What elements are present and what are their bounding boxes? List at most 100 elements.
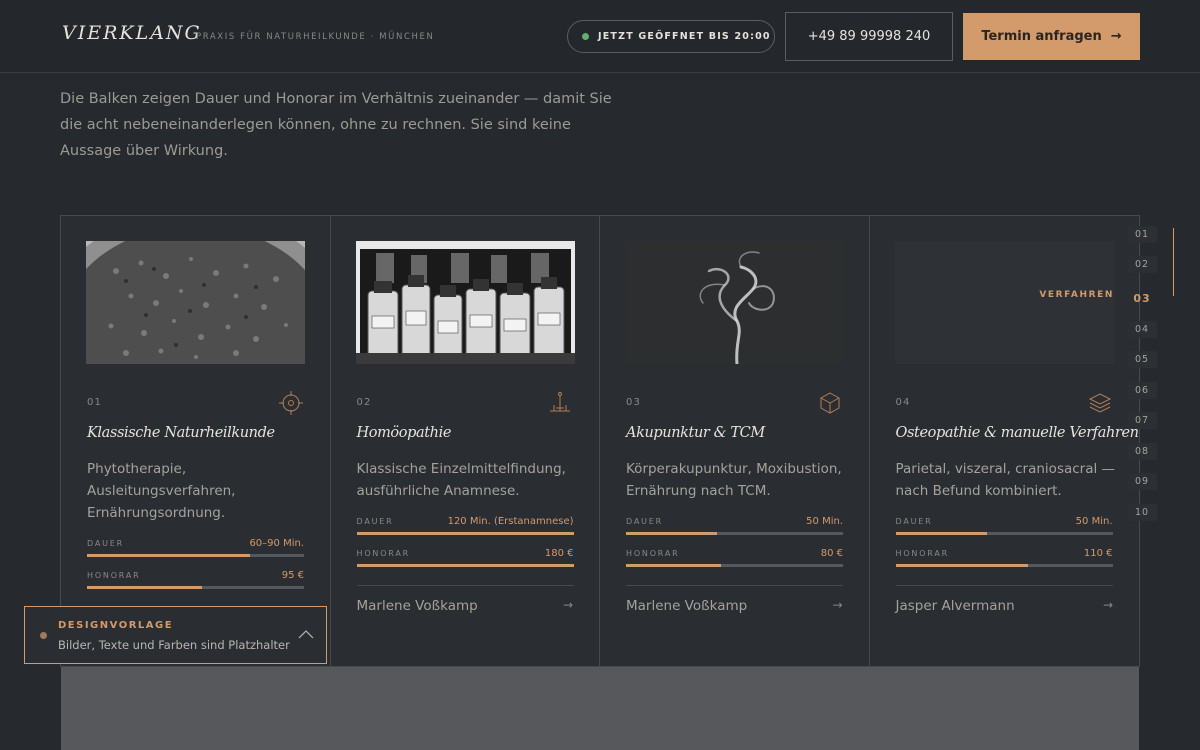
brand-subtitle: PRAXIS FÜR NATURHEILKUNDE · MÜNCHEN	[196, 32, 435, 42]
fee-bar	[356, 564, 574, 567]
duration-label: DAUER	[626, 517, 663, 526]
fee-label: HONORAR	[626, 549, 680, 558]
site-header: VIERKLANG PRAXIS FÜR NATURHEILKUNDE · MÜ…	[0, 0, 1200, 73]
notice-text: Bilder, Texte und Farben sind Platzhalte…	[58, 638, 290, 652]
fee-bar-fill	[626, 564, 722, 567]
lab-stand-icon	[547, 391, 573, 415]
phone-link[interactable]: +49 89 99998 240	[785, 12, 953, 61]
arrow-right-icon[interactable]: →	[563, 598, 573, 612]
status-dot-icon	[582, 33, 589, 40]
section-nav: 01 02 03 04 05 06 07 08 09 10	[1127, 226, 1177, 526]
design-template-notice[interactable]: DESIGNVORLAGE Bilder, Texte und Farben s…	[24, 606, 327, 664]
fee-value: 95 €	[281, 570, 304, 581]
arrow-right-icon: →	[1110, 29, 1122, 44]
card-title: Akupunktur & TCM	[626, 425, 765, 441]
duration-value: 120 Min. (Erstanamnese)	[447, 516, 574, 527]
arrow-right-icon[interactable]: →	[1103, 598, 1113, 612]
opening-status-badge: JETZT GEÖFFNET BIS 20:00	[567, 20, 775, 53]
duration-metric: DAUER 60–90 Min.	[87, 538, 304, 557]
section-nav-item[interactable]: 02	[1127, 256, 1157, 273]
appointment-request-button[interactable]: Termin anfragen →	[963, 13, 1140, 60]
duration-metric: DAUER 50 Min.	[626, 516, 843, 535]
duration-bar	[356, 532, 574, 535]
duration-bar-fill	[87, 554, 250, 557]
fee-bar	[87, 586, 304, 589]
section-nav-item[interactable]: 05	[1127, 351, 1157, 368]
duration-bar	[87, 554, 304, 557]
arrow-right-icon[interactable]: →	[832, 598, 842, 612]
card-number: 03	[626, 397, 642, 408]
opening-status-text: JETZT GEÖFFNET BIS 20:00	[598, 31, 771, 42]
notice-title: DESIGNVORLAGE	[58, 620, 174, 631]
card-image-herbs	[86, 241, 305, 364]
card-image-placeholder	[894, 241, 1114, 364]
brand-logo[interactable]: VIERKLANG	[62, 22, 202, 44]
duration-label: DAUER	[356, 517, 394, 526]
duration-label: DAUER	[895, 517, 933, 526]
card-image-smoke	[625, 241, 844, 364]
section-nav-item[interactable]: 07	[1127, 412, 1157, 429]
fee-label: HONORAR	[356, 549, 410, 558]
duration-value: 50 Min.	[806, 516, 843, 527]
card-title: Klassische Naturheilkunde	[87, 425, 275, 441]
card-number: 01	[87, 397, 103, 408]
card-divider	[895, 585, 1113, 586]
duration-bar-fill	[626, 532, 718, 535]
practitioner-name: Marlene Voßkamp	[356, 598, 478, 614]
hexagon-cube-icon	[817, 391, 843, 415]
card-divider	[356, 585, 574, 586]
duration-label: DAUER	[87, 539, 124, 548]
appointment-request-label: Termin anfragen	[981, 29, 1102, 44]
category-tag: VERFAHREN	[1039, 290, 1114, 300]
card-divider	[626, 585, 843, 586]
card-number: 04	[895, 397, 911, 408]
duration-value: 50 Min.	[1075, 516, 1113, 527]
section-nav-indicator	[1173, 228, 1174, 296]
fee-label: HONORAR	[87, 571, 141, 580]
card-title: Homöopathie	[356, 425, 452, 441]
card-description: Phytotherapie, Ausleitungsverfahren, Ern…	[87, 461, 236, 521]
section-nav-item[interactable]: 01	[1127, 226, 1157, 243]
duration-bar	[895, 532, 1113, 535]
treatment-cards: 01 Klassische Naturheilkunde Phytotherap…	[60, 215, 1140, 667]
section-nav-item-active[interactable]: 03	[1127, 289, 1157, 308]
fee-label: HONORAR	[895, 549, 949, 558]
treatment-card[interactable]: VERFAHREN 04 Osteopathie & manuelle Verf…	[870, 216, 1140, 666]
crosshair-icon	[278, 391, 304, 415]
card-image-bottles	[355, 241, 575, 364]
section-nav-item[interactable]: 09	[1127, 473, 1157, 490]
duration-bar-fill	[356, 532, 574, 535]
fee-bar	[895, 564, 1113, 567]
fee-metric: HONORAR 110 €	[895, 548, 1113, 567]
duration-metric: DAUER 120 Min. (Erstanamnese)	[356, 516, 574, 535]
next-section-image-placeholder	[61, 667, 1139, 750]
card-description: Klassische Einzelmittelfindung, ausführl…	[356, 461, 566, 499]
treatment-card[interactable]: 01 Klassische Naturheilkunde Phytotherap…	[61, 216, 331, 666]
duration-metric: DAUER 50 Min.	[895, 516, 1113, 535]
treatment-card[interactable]: 03 Akupunktur & TCM Körperakupunktur, Mo…	[600, 216, 870, 666]
fee-metric: HONORAR 80 €	[626, 548, 843, 567]
duration-bar-fill	[895, 532, 987, 535]
fee-metric: HONORAR 95 €	[87, 570, 304, 589]
chevron-up-icon[interactable]	[298, 629, 314, 639]
layers-icon	[1087, 391, 1113, 415]
treatment-card[interactable]: 02 Homöopathie Klassische Einzelmittelfi…	[331, 216, 600, 666]
section-nav-item[interactable]: 08	[1127, 443, 1157, 460]
practitioner-name: Marlene Voßkamp	[626, 598, 748, 614]
fee-value: 80 €	[820, 548, 843, 559]
card-number: 02	[356, 397, 372, 408]
card-description: Parietal, viszeral, craniosacral — nach …	[895, 461, 1116, 499]
fee-metric: HONORAR 180 €	[356, 548, 574, 567]
fee-bar-fill	[895, 564, 1028, 567]
duration-bar	[626, 532, 843, 535]
section-nav-item[interactable]: 10	[1127, 504, 1157, 521]
fee-value: 110 €	[1083, 548, 1113, 559]
practitioner-name: Jasper Alvermann	[895, 598, 1015, 614]
section-nav-item[interactable]: 06	[1127, 382, 1157, 399]
duration-value: 60–90 Min.	[249, 538, 304, 549]
fee-bar	[626, 564, 843, 567]
intro-text: Die Balken zeigen Dauer und Honorar im V…	[60, 91, 612, 159]
fee-bar-fill	[356, 564, 574, 567]
section-nav-item[interactable]: 04	[1127, 321, 1157, 338]
notice-dot-icon	[40, 632, 47, 639]
